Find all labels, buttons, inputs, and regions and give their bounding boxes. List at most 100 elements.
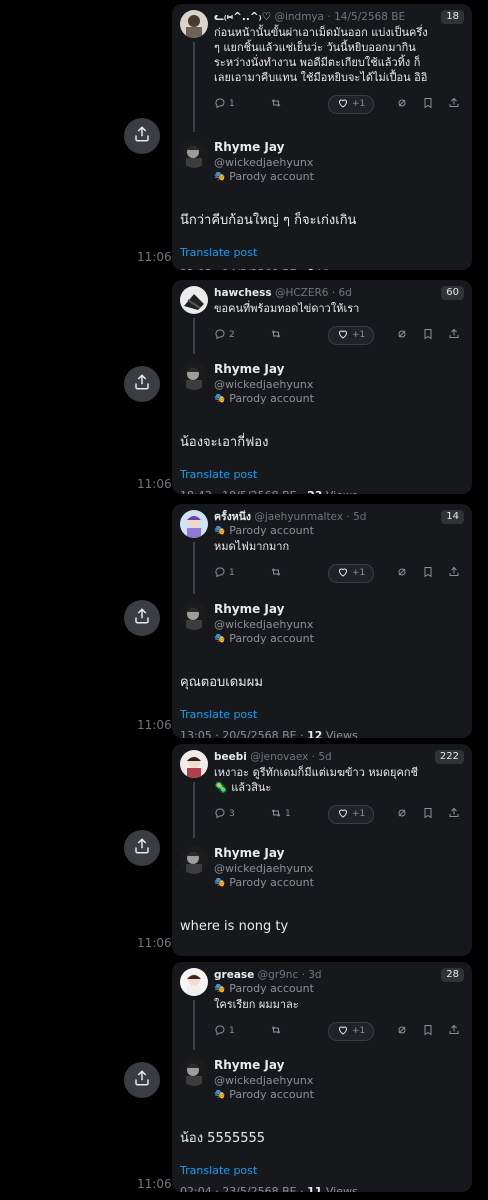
- reply-action[interactable]: 1: [214, 1024, 235, 1039]
- grok-action[interactable]: [396, 1024, 408, 1039]
- display-name[interactable]: ครั้งหนึ่ง: [214, 511, 251, 523]
- retweet-action[interactable]: 1: [270, 807, 291, 822]
- share-button[interactable]: [124, 118, 160, 154]
- bookmark-action[interactable]: [422, 566, 434, 581]
- retweet-icon: [270, 807, 282, 822]
- like-action[interactable]: +1: [328, 804, 375, 824]
- upload-action[interactable]: [448, 807, 460, 822]
- translate-link[interactable]: Translate post: [180, 1164, 464, 1177]
- display-name[interactable]: grease: [214, 969, 254, 981]
- display-name[interactable]: ᓚ₍⑅^..^₎♡: [214, 11, 271, 23]
- retweet-action[interactable]: [270, 328, 285, 343]
- handle[interactable]: @wickedjaehyunx: [214, 155, 464, 170]
- main-post[interactable]: Rhyme Jay @wickedjaehyunx 🎭 Parody accoun…: [172, 356, 472, 494]
- upload-icon: [448, 1024, 460, 1039]
- grok-action[interactable]: [396, 566, 408, 581]
- retweet-action[interactable]: [270, 566, 285, 581]
- retweet-action[interactable]: [270, 1024, 285, 1039]
- handle[interactable]: @HCZER6: [275, 287, 329, 299]
- display-name[interactable]: Rhyme Jay: [214, 1058, 464, 1073]
- reply-action[interactable]: 1: [214, 97, 235, 112]
- shared-post-card[interactable]: 18 ᓚ₍⑅^..^₎♡ @indmya · 14/5/2568 BE ก่อน…: [172, 4, 472, 270]
- grok-action[interactable]: [396, 97, 408, 112]
- display-name[interactable]: Rhyme Jay: [214, 602, 464, 617]
- translate-link[interactable]: Translate post: [180, 246, 464, 259]
- share-button[interactable]: [124, 600, 160, 636]
- post-datetime: 02:04 · 23/5/2568 BE ·: [180, 1185, 308, 1192]
- upload-action[interactable]: [448, 97, 460, 112]
- avatar[interactable]: [180, 750, 208, 778]
- display-name[interactable]: Rhyme Jay: [214, 846, 464, 861]
- avatar[interactable]: [180, 968, 208, 996]
- avatar[interactable]: [180, 140, 208, 168]
- share-button[interactable]: [124, 366, 160, 402]
- reply-post[interactable]: 222 beebi @jenovaex · 5d เหงาอะ ดูรีทักเ…: [172, 744, 472, 840]
- reply-action[interactable]: 1: [214, 566, 235, 581]
- post-date: · 3d: [301, 969, 322, 981]
- shared-post-card[interactable]: 14 ครั้งหนึ่ง @jaehyunmaltex · 5d 🎭 Parod…: [172, 504, 472, 738]
- view-count: 11: [307, 1185, 323, 1192]
- upload-action[interactable]: [448, 328, 460, 343]
- handle[interactable]: @wickedjaehyunx: [214, 377, 464, 392]
- reply-header: ครั้งหนึ่ง @jaehyunmaltex · 5d: [214, 510, 430, 524]
- bookmark-icon: [422, 1024, 434, 1039]
- avatar[interactable]: [180, 1058, 208, 1086]
- handle[interactable]: @wickedjaehyunx: [214, 617, 464, 632]
- like-action[interactable]: +1: [328, 563, 375, 583]
- handle[interactable]: @indmya: [274, 11, 324, 23]
- heart-icon: [337, 328, 349, 343]
- avatar[interactable]: [180, 286, 208, 314]
- display-name[interactable]: Rhyme Jay: [214, 362, 464, 377]
- shared-post-card[interactable]: 60 hawchess @HCZER6 · 6d ขอคนที่พร้อมทอด…: [172, 280, 472, 494]
- upload-action[interactable]: [448, 1024, 460, 1039]
- handle[interactable]: @wickedjaehyunx: [214, 1073, 464, 1088]
- avatar[interactable]: [180, 602, 208, 630]
- reply-action[interactable]: 2: [214, 328, 235, 343]
- avatar[interactable]: [180, 846, 208, 874]
- handle[interactable]: @jenovaex: [250, 751, 308, 763]
- grok-action[interactable]: [396, 328, 408, 343]
- display-name[interactable]: beebi: [214, 751, 247, 763]
- translate-link[interactable]: Translate post: [180, 708, 464, 721]
- avatar[interactable]: [180, 362, 208, 390]
- like-action[interactable]: +1: [328, 1021, 375, 1041]
- share-button[interactable]: [124, 830, 160, 866]
- handle[interactable]: @wickedjaehyunx: [214, 861, 464, 876]
- handle[interactable]: @gr9nc: [258, 969, 299, 981]
- reply-action[interactable]: 3: [214, 807, 235, 822]
- bookmark-action[interactable]: [422, 328, 434, 343]
- handle[interactable]: @jaehyunmaltex: [254, 511, 343, 523]
- avatar[interactable]: [180, 510, 208, 538]
- reply-post[interactable]: 18 ᓚ₍⑅^..^₎♡ @indmya · 14/5/2568 BE ก่อน…: [172, 4, 472, 134]
- parody-label: 🎭 Parody account: [214, 524, 314, 537]
- grok-action[interactable]: [396, 807, 408, 822]
- like-action[interactable]: +1: [328, 94, 375, 114]
- main-post[interactable]: Rhyme Jay @wickedjaehyunx 🎭 Parody accoun…: [172, 840, 472, 956]
- shared-post-card[interactable]: 28 grease @gr9nc · 3d 🎭 Parody account ใค…: [172, 962, 472, 1192]
- avatar[interactable]: [180, 10, 208, 38]
- like-action[interactable]: +1: [328, 325, 375, 345]
- retweet-action[interactable]: [270, 97, 285, 112]
- display-name[interactable]: hawchess: [214, 287, 272, 299]
- reply-post[interactable]: 28 grease @gr9nc · 3d 🎭 Parody account ใค…: [172, 962, 472, 1052]
- post-text: นึกว่าคีบก้อนใหญ่ ๆ ก็จะเก่งเกิน: [180, 213, 357, 228]
- main-post[interactable]: Rhyme Jay @wickedjaehyunx 🎭 Parody accoun…: [172, 596, 472, 738]
- bookmark-action[interactable]: [422, 1024, 434, 1039]
- upload-action[interactable]: [448, 566, 460, 581]
- bookmark-icon: [422, 328, 434, 343]
- translate-link[interactable]: Translate post: [180, 468, 464, 481]
- reply-post[interactable]: 14 ครั้งหนึ่ง @jaehyunmaltex · 5d 🎭 Parod…: [172, 504, 472, 596]
- main-post[interactable]: Rhyme Jay @wickedjaehyunx 🎭 Parody accoun…: [172, 1052, 472, 1192]
- bookmark-action[interactable]: [422, 807, 434, 822]
- shared-post-card[interactable]: 222 beebi @jenovaex · 5d เหงาอะ ดูรีทักเ…: [172, 744, 472, 956]
- main-post[interactable]: Rhyme Jay @wickedjaehyunx 🎭 Parody accoun…: [172, 134, 472, 270]
- bookmark-action[interactable]: [422, 97, 434, 112]
- views-label: Views: [322, 489, 358, 494]
- post-text: น้อง 5555555: [180, 1131, 266, 1146]
- reply-post[interactable]: 60 hawchess @HCZER6 · 6d ขอคนที่พร้อมทอด…: [172, 280, 472, 356]
- post-meta: 02:04 · 23/5/2568 BE · 11 Views: [180, 1185, 464, 1192]
- display-name[interactable]: Rhyme Jay: [214, 140, 464, 155]
- reply-header: grease @gr9nc · 3d: [214, 968, 430, 982]
- reply-header: hawchess @HCZER6 · 6d: [214, 286, 430, 300]
- share-button[interactable]: [124, 1062, 160, 1098]
